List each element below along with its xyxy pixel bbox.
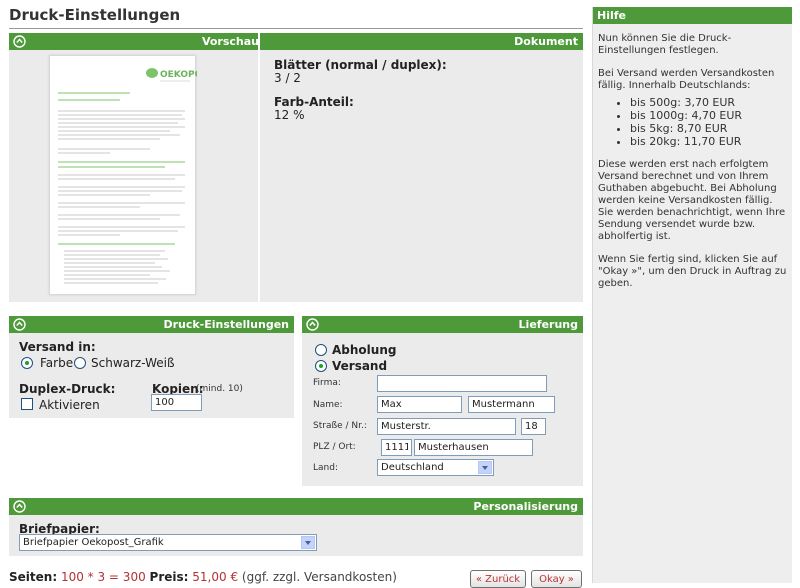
list-item: bis 5kg: 8,70 EUR bbox=[630, 122, 787, 135]
bw-option-label[interactable]: Schwarz-Weiß bbox=[91, 356, 175, 370]
duplex-label: Duplex-Druck: bbox=[19, 382, 116, 396]
zip-input[interactable] bbox=[381, 439, 412, 456]
personalization-header-label: Personalisierung bbox=[473, 500, 578, 513]
sheets-label: Blätter (normal / duplex): bbox=[274, 58, 447, 72]
collapse-up-icon[interactable] bbox=[13, 35, 26, 48]
pages-value: 100 * 3 = 300 bbox=[60, 570, 146, 584]
last-name-input[interactable] bbox=[468, 396, 555, 413]
collapse-up-icon[interactable] bbox=[306, 318, 319, 331]
oekopost-logo-icon: OEKOPOST bbox=[58, 68, 216, 284]
help-billing-note: Diese werden erst nach erfolgtem Versand… bbox=[598, 159, 786, 242]
country-select-value: Deutschland bbox=[381, 462, 444, 473]
bw-radio[interactable] bbox=[74, 357, 86, 369]
personalization-header: Personalisierung bbox=[9, 498, 583, 515]
company-label: Firma: bbox=[313, 378, 341, 388]
chevron-down-icon[interactable] bbox=[478, 461, 492, 474]
street-input[interactable] bbox=[377, 418, 516, 435]
zip-city-label: PLZ / Ort: bbox=[313, 442, 356, 452]
color-option-label[interactable]: Farbe bbox=[40, 356, 73, 370]
color-radio[interactable] bbox=[21, 357, 33, 369]
collapse-up-icon[interactable] bbox=[13, 500, 26, 513]
footer-summary: Seiten: 100 * 3 = 300 Preis: 51,00 € (gg… bbox=[9, 570, 397, 584]
back-button[interactable]: « Zurück bbox=[470, 570, 526, 588]
help-intro: Nun können Sie die Druck-Einstellungen f… bbox=[598, 33, 732, 56]
preview-white-gap bbox=[258, 50, 260, 302]
delivery-header: Lieferung bbox=[302, 316, 583, 333]
help-shipping-note: Bei Versand werden Versandkosten fällig.… bbox=[598, 68, 775, 91]
print-settings-header-label: Druck-Einstellungen bbox=[163, 318, 289, 331]
duplex-checkbox[interactable] bbox=[21, 398, 33, 410]
first-name-input[interactable] bbox=[377, 396, 462, 413]
company-input[interactable] bbox=[377, 375, 547, 392]
help-body: Nun können Sie die Druck-Einstellungen f… bbox=[593, 24, 792, 290]
color-share-label: Farb-Anteil: bbox=[274, 95, 354, 109]
country-select[interactable]: Deutschland bbox=[377, 459, 494, 476]
pickup-radio[interactable] bbox=[315, 344, 327, 356]
copies-input[interactable] bbox=[151, 394, 202, 411]
price-label: Preis: bbox=[149, 570, 189, 584]
ok-button[interactable]: Okay » bbox=[531, 570, 582, 588]
copies-hint: (mind. 10) bbox=[196, 384, 243, 394]
pages-label: Seiten: bbox=[9, 570, 58, 584]
document-header-label: Dokument bbox=[514, 35, 578, 48]
color-share-value: 12 % bbox=[274, 108, 305, 122]
delivery-header-label: Lieferung bbox=[518, 318, 578, 331]
chevron-down-icon[interactable] bbox=[301, 536, 315, 549]
price-value: 51,00 € bbox=[192, 570, 239, 584]
house-number-input[interactable] bbox=[521, 418, 546, 435]
help-header-label: Hilfe bbox=[597, 9, 626, 22]
preview-document-header: Vorschau Dokument bbox=[9, 33, 583, 50]
street-label: Straße / Nr.: bbox=[313, 421, 367, 431]
letterhead-select[interactable]: Briefpapier Oekopost_Grafik bbox=[19, 534, 317, 551]
svg-text:OEKOPOST: OEKOPOST bbox=[160, 70, 197, 80]
document-preview-thumbnail[interactable]: OEKOPOST bbox=[49, 55, 216, 295]
document-area bbox=[260, 50, 583, 302]
pickup-option-label[interactable]: Abholung bbox=[332, 343, 396, 357]
title-divider bbox=[9, 28, 583, 29]
list-item: bis 1000g: 4,70 EUR bbox=[630, 109, 787, 122]
list-item: bis 20kg: 11,70 EUR bbox=[630, 135, 787, 148]
shipping-price-list: bis 500g: 3,70 EUR bis 1000g: 4,70 EUR b… bbox=[598, 96, 787, 148]
collapse-up-icon[interactable] bbox=[13, 318, 26, 331]
print-settings-header: Druck-Einstellungen bbox=[9, 316, 294, 333]
sheets-value: 3 / 2 bbox=[274, 71, 301, 85]
shipping-in-label: Versand in: bbox=[19, 340, 96, 354]
name-label: Name: bbox=[313, 400, 343, 410]
help-finish-note: Wenn Sie fertig sind, klicken Sie auf "O… bbox=[598, 254, 787, 289]
activate-label[interactable]: Aktivieren bbox=[39, 398, 100, 412]
help-sidebar: Hilfe Nun können Sie die Druck-Einstellu… bbox=[592, 7, 792, 583]
preview-header-label: Vorschau bbox=[201, 35, 259, 48]
header-separator bbox=[258, 33, 260, 50]
shipping-radio[interactable] bbox=[315, 360, 327, 372]
help-header: Hilfe bbox=[593, 7, 792, 24]
page-title: Druck-Einstellungen bbox=[9, 6, 181, 24]
list-item: bis 500g: 3,70 EUR bbox=[630, 96, 787, 109]
letterhead-select-value: Briefpapier Oekopost_Grafik bbox=[23, 537, 164, 548]
shipping-option-label[interactable]: Versand bbox=[332, 359, 387, 373]
city-input[interactable] bbox=[414, 439, 533, 456]
country-label: Land: bbox=[313, 463, 338, 473]
price-note: (ggf. zzgl. Versandkosten) bbox=[241, 570, 397, 584]
